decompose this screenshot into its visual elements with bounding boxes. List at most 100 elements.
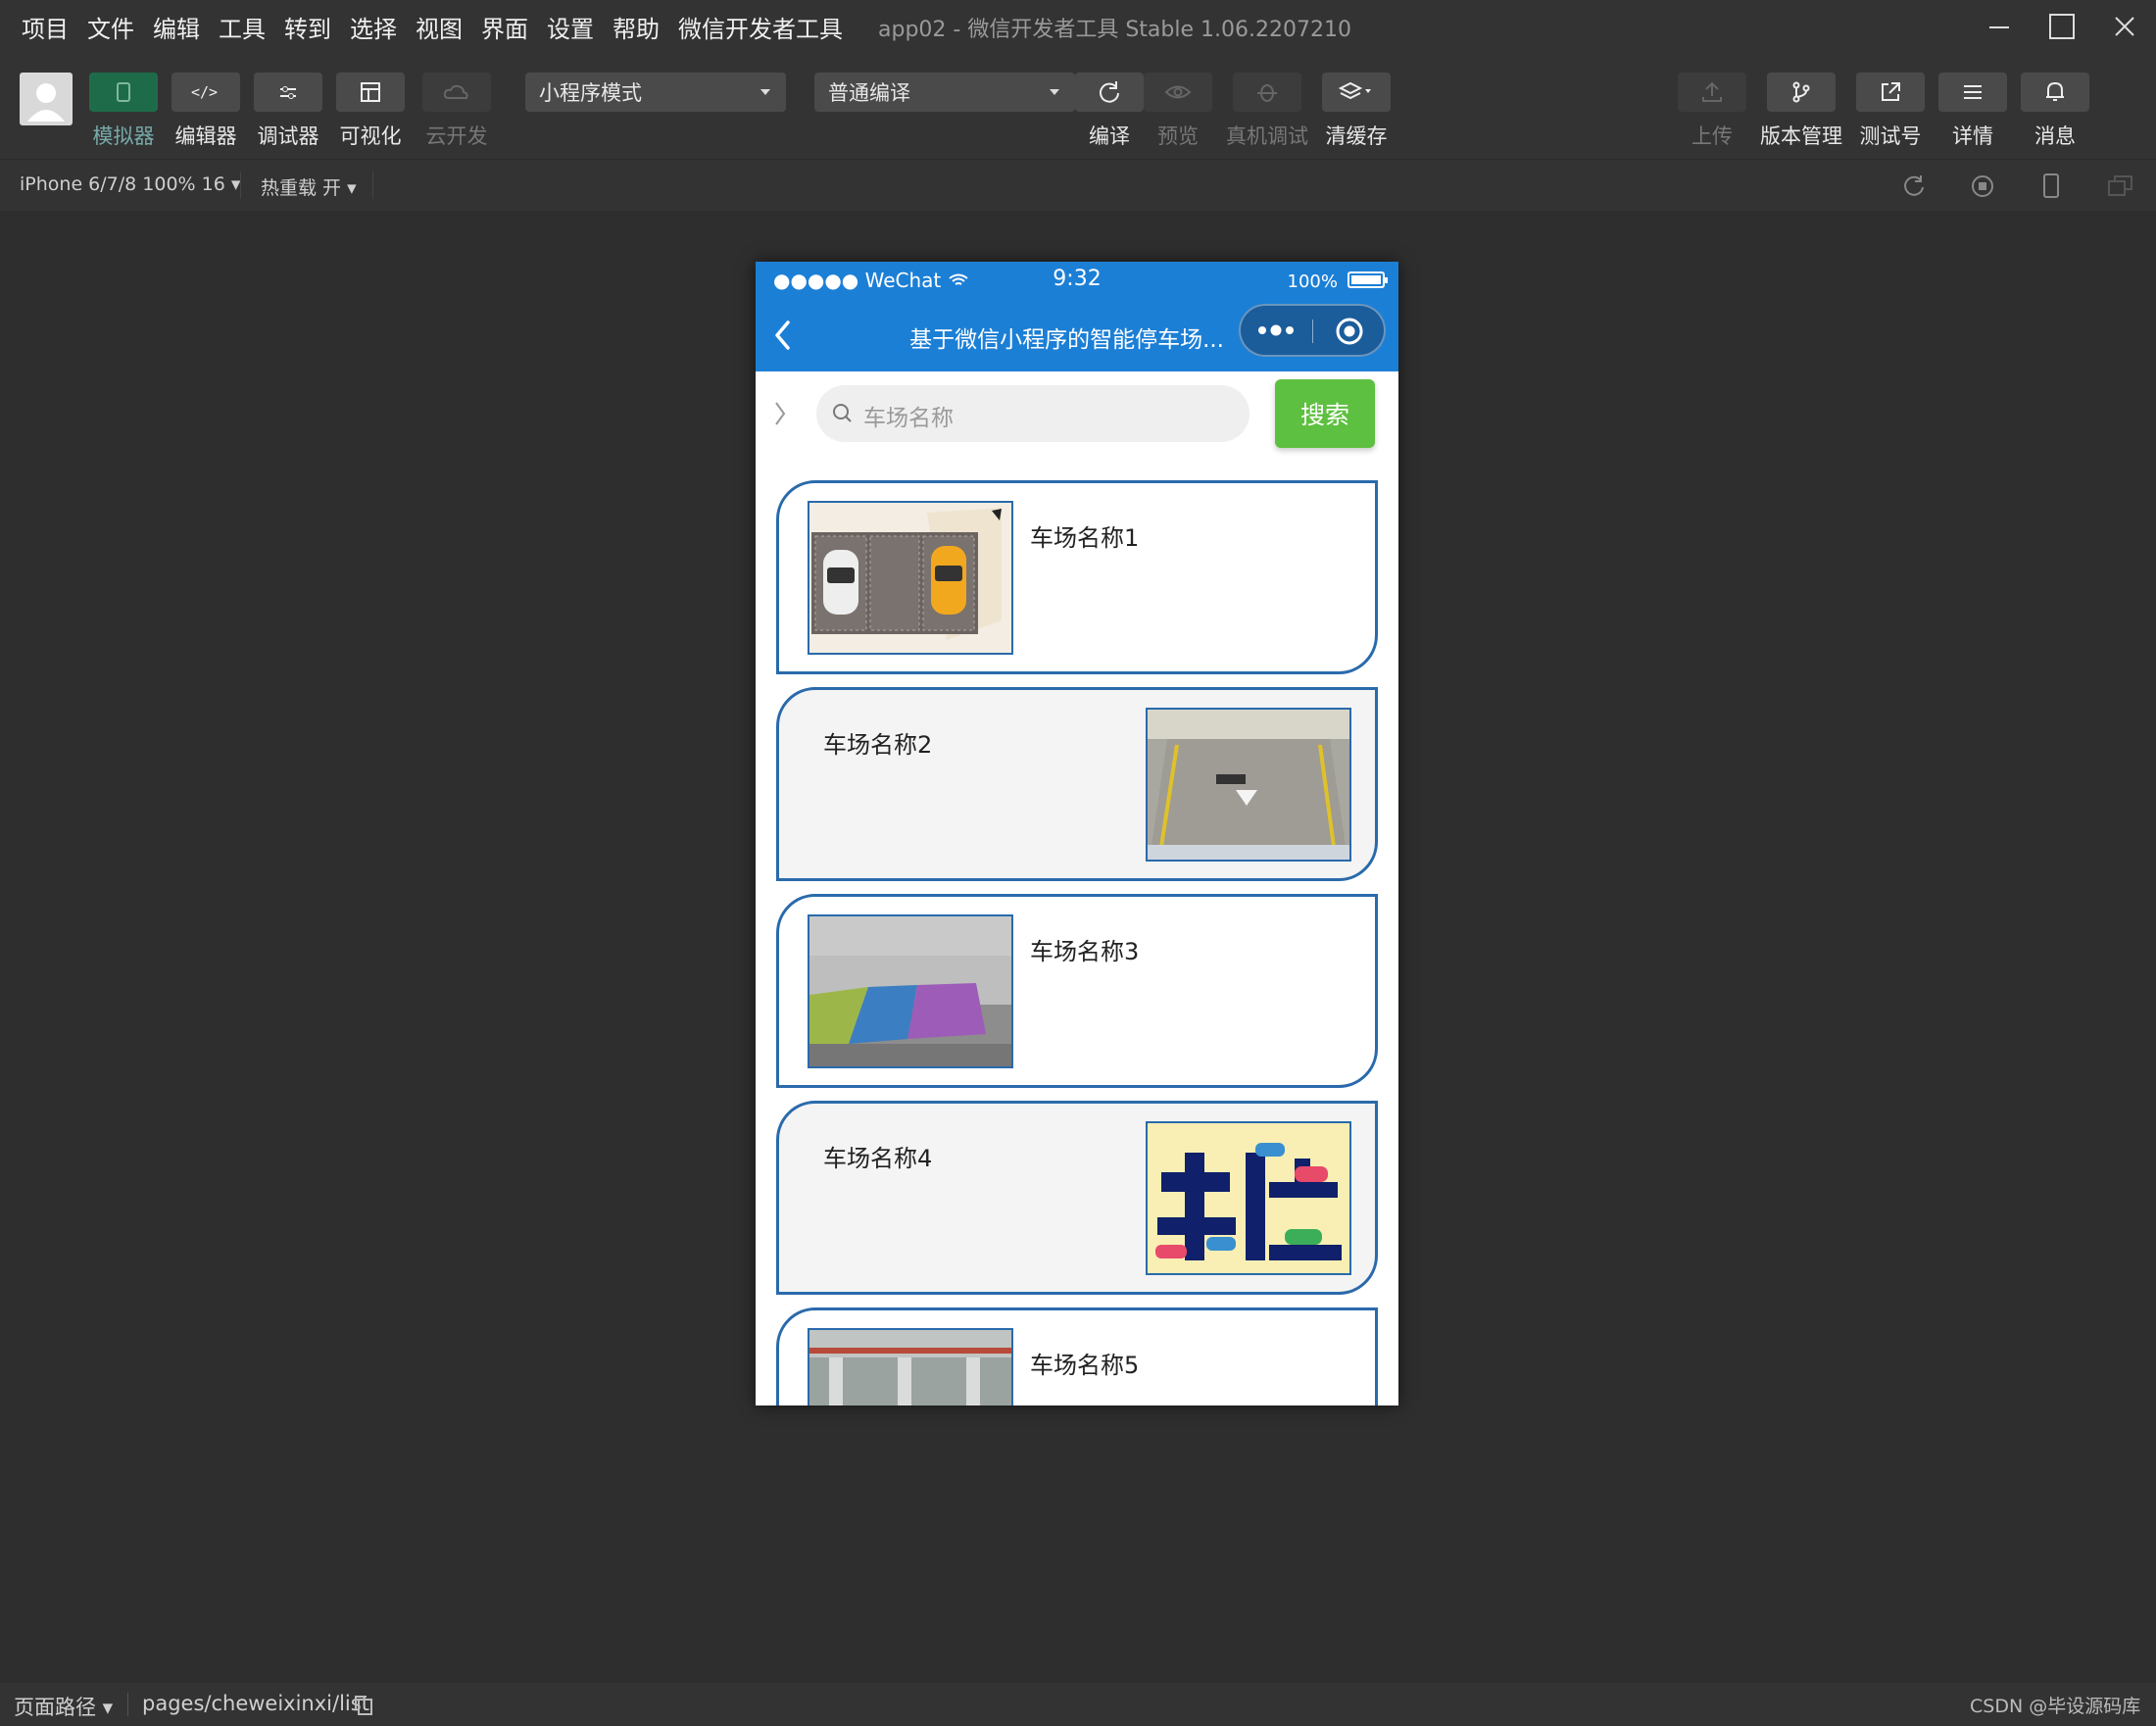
cloud-button[interactable]: 云开发 bbox=[422, 73, 491, 150]
compile-button[interactable]: 编译 bbox=[1075, 73, 1144, 150]
phone-simulator: ●●●●● WeChat 9:32 100% 基于微信小程序的智能停车场... … bbox=[756, 262, 1398, 1405]
menu-project[interactable]: 项目 bbox=[22, 10, 69, 44]
debugger-button[interactable]: 调试器 bbox=[254, 73, 322, 150]
version-button[interactable]: 版本管理 bbox=[1760, 73, 1842, 150]
menu-tools[interactable]: 工具 bbox=[219, 10, 266, 44]
page-path-select[interactable]: 页面路径 ▾ bbox=[14, 1692, 113, 1721]
list-item[interactable]: 车场名称1 bbox=[776, 480, 1378, 674]
parking-space-photo bbox=[1148, 710, 1349, 860]
compile-label: 编译 bbox=[1089, 124, 1130, 148]
search-placeholder: 车场名称 bbox=[863, 406, 954, 431]
parking-image bbox=[1146, 708, 1351, 862]
lot-name: 车场名称1 bbox=[1030, 524, 1140, 552]
parking-image bbox=[808, 914, 1013, 1068]
details-button[interactable]: 详情 bbox=[1938, 73, 2007, 150]
branch-icon bbox=[1792, 81, 1810, 103]
record-icon[interactable] bbox=[1970, 173, 1995, 199]
list-item[interactable]: 车场名称2 bbox=[776, 687, 1378, 881]
menu-file[interactable]: 文件 bbox=[87, 10, 134, 44]
menu-wechat-devtools[interactable]: 微信开发者工具 bbox=[678, 10, 843, 44]
messages-label: 消息 bbox=[2034, 124, 2076, 148]
parking-image bbox=[808, 1328, 1013, 1405]
search-input[interactable]: 车场名称 bbox=[816, 385, 1250, 442]
test-account-button[interactable]: 测试号 bbox=[1856, 73, 1925, 150]
rotate-icon[interactable] bbox=[1901, 173, 1927, 199]
code-icon: </> bbox=[191, 83, 218, 101]
layers-icon bbox=[1339, 81, 1371, 100]
phone-icon bbox=[117, 82, 130, 102]
menu-goto[interactable]: 转到 bbox=[284, 10, 331, 44]
device-select[interactable]: iPhone 6/7/8 100% 16 ▾ bbox=[20, 173, 240, 195]
maximize-button[interactable] bbox=[2031, 0, 2093, 53]
simulator-label: 模拟器 bbox=[92, 124, 155, 148]
user-avatar[interactable] bbox=[20, 73, 73, 125]
chevron-right-icon[interactable] bbox=[773, 399, 787, 428]
menu-interface[interactable]: 界面 bbox=[481, 10, 528, 44]
details-label: 详情 bbox=[1952, 124, 1993, 148]
menu-view[interactable]: 视图 bbox=[416, 10, 463, 44]
toolbar: 模拟器 </> 编辑器 调试器 可视化 云开发 小程序模式 普通编译 编译 预览… bbox=[0, 53, 2156, 159]
garage-photo bbox=[809, 1330, 1011, 1405]
hot-reload-toggle[interactable]: 热重载 开 ▾ bbox=[261, 173, 357, 200]
lot-name: 车场名称4 bbox=[823, 1145, 933, 1172]
close-window-button[interactable] bbox=[2093, 0, 2156, 53]
search-button[interactable]: 搜索 bbox=[1275, 379, 1375, 448]
close-icon bbox=[2115, 17, 2134, 36]
minimize-button[interactable] bbox=[1968, 0, 2031, 53]
bug-icon bbox=[1257, 84, 1277, 102]
menu-icon bbox=[1964, 85, 1982, 99]
simulator-button[interactable]: 模拟器 bbox=[89, 73, 158, 150]
preview-button[interactable]: 预览 bbox=[1144, 73, 1212, 150]
list-item[interactable]: 车场名称3 bbox=[776, 894, 1378, 1088]
maximize-icon bbox=[2049, 14, 2075, 39]
menu-items: 项目 文件 编辑 工具 转到 选择 视图 界面 设置 帮助 微信开发者工具 bbox=[22, 0, 861, 53]
menu-bar: 项目 文件 编辑 工具 转到 选择 视图 界面 设置 帮助 微信开发者工具 ap… bbox=[0, 0, 2156, 53]
messages-button[interactable]: 消息 bbox=[2021, 73, 2089, 150]
mode-select[interactable]: 小程序模式 bbox=[525, 73, 786, 112]
page-path: pages/cheweixinxi/list bbox=[142, 1692, 369, 1715]
close-miniprogram-icon[interactable] bbox=[1335, 317, 1364, 346]
phone-header: ●●●●● WeChat 9:32 100% 基于微信小程序的智能停车场... bbox=[756, 262, 1398, 371]
window-icon[interactable] bbox=[2107, 173, 2134, 199]
refresh-icon bbox=[1100, 81, 1119, 103]
clear-cache-label: 清缓存 bbox=[1325, 124, 1388, 148]
cloud-label: 云开发 bbox=[425, 124, 488, 148]
real-debug-button[interactable]: 真机调试 bbox=[1226, 73, 1308, 150]
upload-icon bbox=[1702, 81, 1722, 102]
upload-button[interactable]: 上传 bbox=[1678, 73, 1746, 150]
parking-illustration bbox=[809, 503, 1011, 653]
phone-icon[interactable] bbox=[2038, 173, 2064, 200]
divider bbox=[240, 172, 241, 199]
list-item[interactable]: 车场名称5 bbox=[776, 1307, 1378, 1405]
menu-settings[interactable]: 设置 bbox=[547, 10, 594, 44]
parking-logo-illustration bbox=[1148, 1123, 1349, 1273]
editor-label: 编辑器 bbox=[174, 124, 237, 148]
back-arrow-icon[interactable] bbox=[771, 319, 795, 352]
layout-icon bbox=[361, 82, 380, 102]
editor-button[interactable]: </> 编辑器 bbox=[172, 73, 240, 150]
clear-cache-button[interactable]: 清缓存 bbox=[1322, 73, 1391, 150]
more-icon[interactable] bbox=[1256, 321, 1299, 340]
search-row: 车场名称 搜索 bbox=[756, 371, 1398, 466]
version-label: 版本管理 bbox=[1760, 124, 1842, 148]
parking-image bbox=[1146, 1121, 1351, 1275]
upload-label: 上传 bbox=[1691, 124, 1733, 148]
menu-edit[interactable]: 编辑 bbox=[153, 10, 200, 44]
eye-icon bbox=[1164, 85, 1192, 99]
visual-button[interactable]: 可视化 bbox=[336, 73, 405, 150]
list-item[interactable]: 车场名称4 bbox=[776, 1101, 1378, 1295]
battery-percent: 100% bbox=[1287, 271, 1338, 292]
garage-photo bbox=[809, 916, 1011, 1066]
bell-icon bbox=[2046, 81, 2064, 101]
search-icon bbox=[833, 404, 852, 422]
menu-help[interactable]: 帮助 bbox=[612, 10, 660, 44]
external-link-icon bbox=[1882, 82, 1900, 101]
watermark: CSDN @毕设源码库 bbox=[1970, 1696, 2141, 1717]
nav-title: 基于微信小程序的智能停车场... bbox=[909, 327, 1224, 353]
menu-select[interactable]: 选择 bbox=[350, 10, 397, 44]
copy-icon[interactable] bbox=[353, 1694, 374, 1717]
visual-label: 可视化 bbox=[339, 124, 402, 148]
lot-name: 车场名称5 bbox=[1030, 1352, 1140, 1379]
compile-select[interactable]: 普通编译 bbox=[814, 73, 1075, 112]
battery-icon bbox=[1348, 271, 1388, 288]
